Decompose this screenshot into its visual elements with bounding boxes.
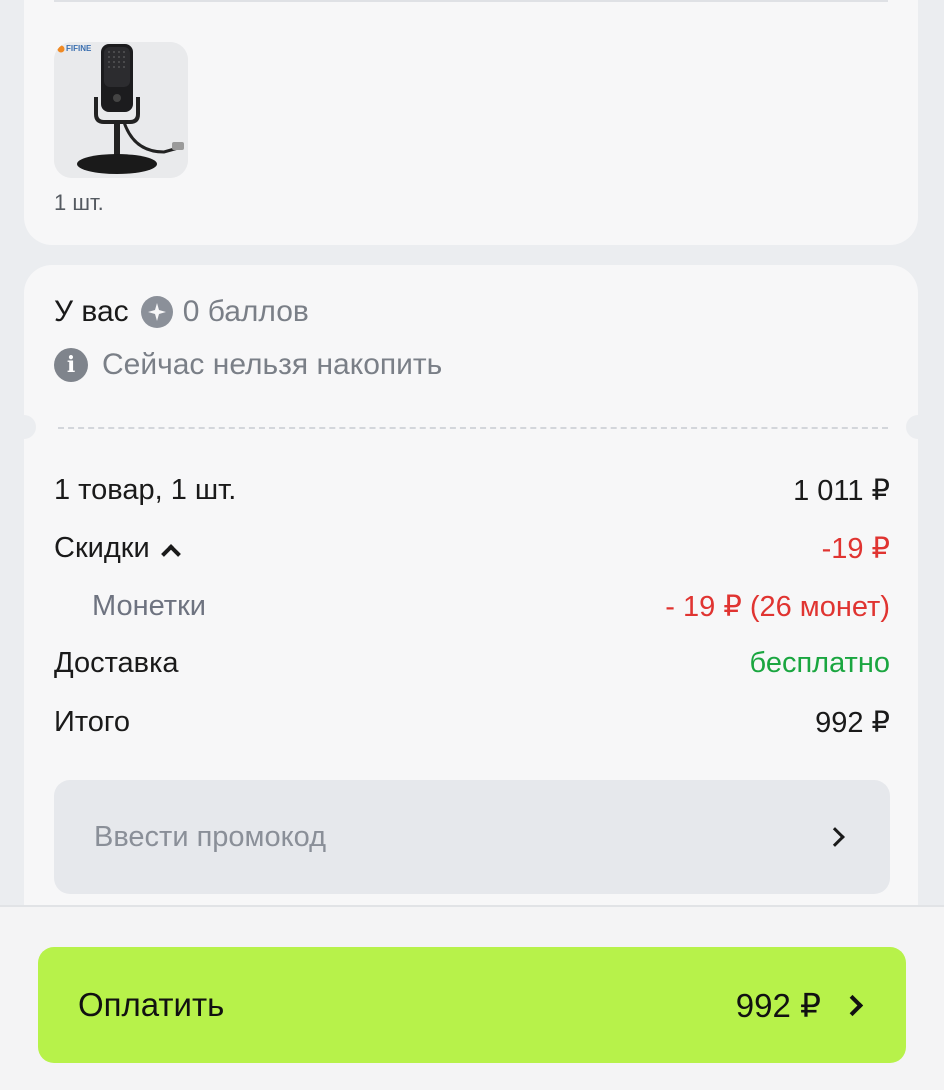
items-label: 1 товар, 1 шт. (54, 474, 237, 506)
total-label: Итого (54, 706, 130, 738)
points-info: i Сейчас нельзя накопить (54, 348, 442, 382)
chevron-right-icon (841, 994, 864, 1016)
delivery-label: Доставка (54, 647, 179, 679)
ticket-notch-right (906, 415, 930, 439)
items-value: 1 011 ₽ (793, 475, 890, 507)
pay-amount: 992 ₽ (735, 986, 821, 1024)
pay-amount-group: 992 ₽ (736, 986, 868, 1025)
coins-label: Монетки (92, 590, 206, 622)
total-value: 992 ₽ (815, 707, 890, 739)
delivery-value: бесплатно (749, 647, 890, 679)
bottom-bar: Оплатить 992 ₽ (0, 905, 944, 1090)
brand-logo: FIFINE (66, 44, 92, 53)
discounts-toggle[interactable]: Скидки (54, 532, 181, 565)
pay-button[interactable]: Оплатить 992 ₽ (38, 947, 906, 1063)
order-summary-card: У вас 0 баллов i Сейчас нельзя накопить … (12, 265, 930, 945)
summary-items-row: 1 товар, 1 шт. 1 011 ₽ (54, 473, 890, 508)
promo-code-label: Ввести промокод (94, 820, 327, 853)
chevron-right-icon (825, 827, 845, 847)
points-info-text: Сейчас нельзя накопить (102, 348, 443, 381)
points-value: 0 баллов (182, 295, 309, 328)
dashed-divider (58, 427, 888, 429)
summary-coins-row: Монетки - 19 ₽ (26 монет) (54, 589, 890, 624)
microphone-image: FIFINE (54, 42, 188, 178)
chevron-up-icon (160, 544, 181, 564)
sparkle-coin-icon (140, 296, 173, 328)
product-card: FIFINE 1 шт. (24, 0, 918, 245)
product-thumbnail[interactable]: FIFINE (54, 42, 188, 178)
summary-delivery-row: Доставка бесплатно (54, 647, 890, 680)
product-quantity: 1 шт. (54, 190, 104, 215)
coins-value: - 19 ₽ (26 монет) (665, 591, 890, 623)
promo-code-button[interactable]: Ввести промокод (54, 780, 890, 894)
discounts-value: -19 ₽ (821, 533, 890, 565)
discounts-label: Скидки (54, 532, 150, 564)
checkout-page: FIFINE 1 шт. У вас 0 баллов i Сейчас нел… (0, 0, 944, 1090)
pay-label: Оплатить (78, 986, 225, 1023)
info-icon[interactable]: i (54, 348, 88, 382)
ticket-notch-left (12, 415, 36, 439)
divider (54, 0, 888, 2)
points-balance: У вас 0 баллов (54, 295, 309, 329)
summary-discounts-row[interactable]: Скидки -19 ₽ (54, 531, 890, 566)
points-prefix: У вас (54, 295, 129, 328)
summary-total-row: Итого 992 ₽ (54, 705, 890, 740)
